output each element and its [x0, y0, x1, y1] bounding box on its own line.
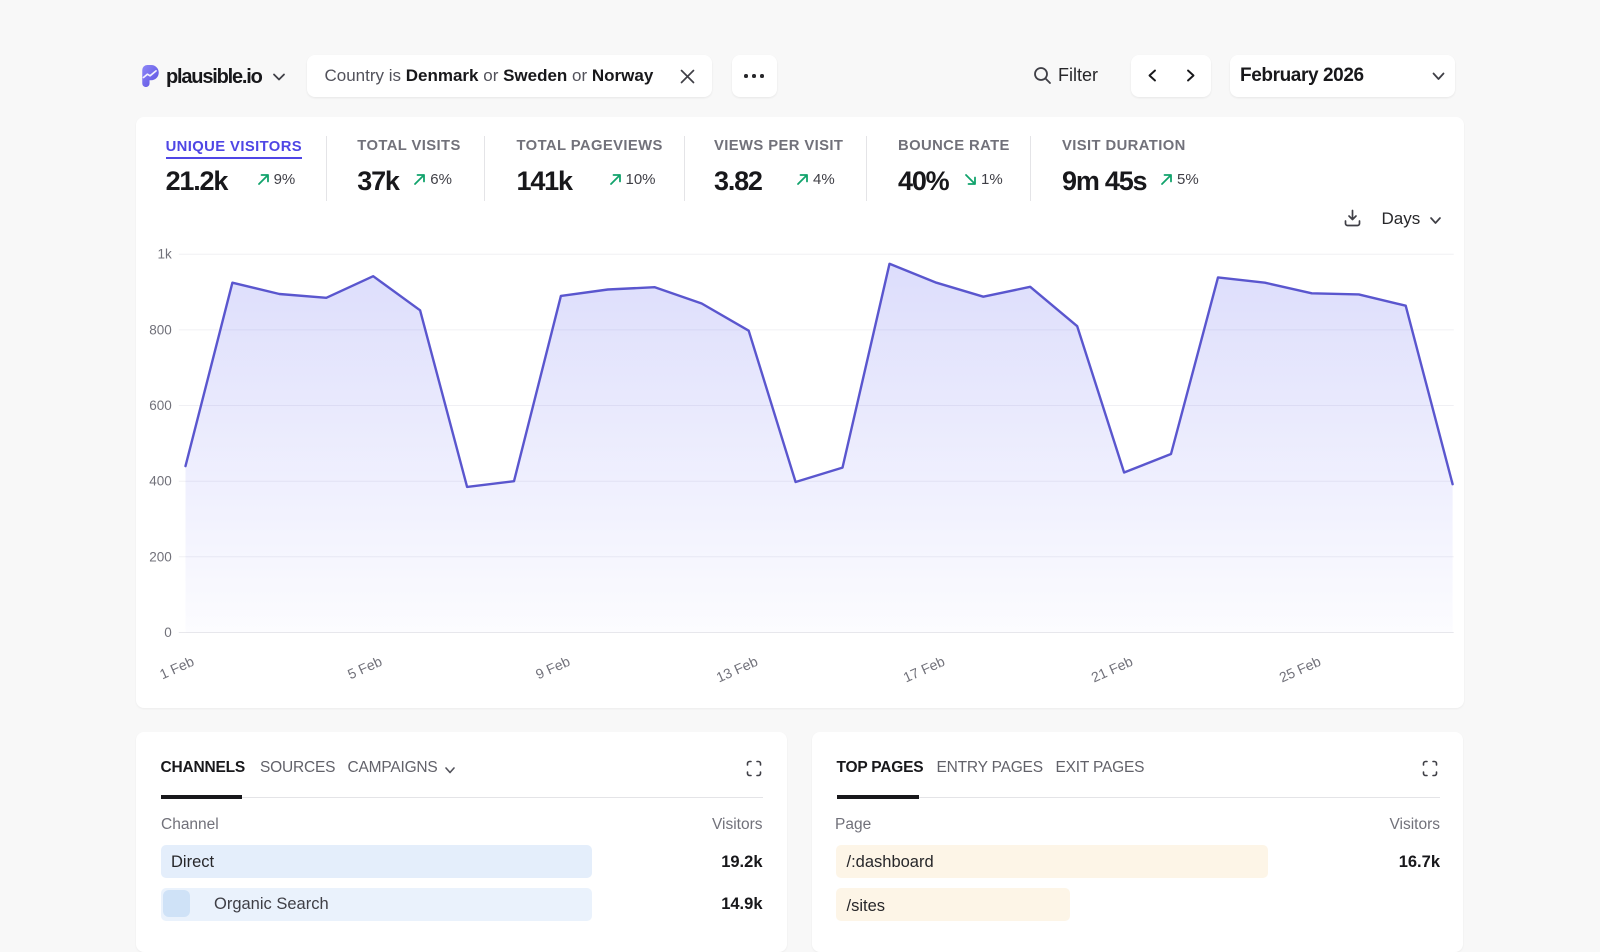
svg-text:800: 800 [149, 322, 172, 337]
svg-text:200: 200 [149, 549, 172, 564]
svg-text:0: 0 [164, 625, 172, 640]
svg-text:400: 400 [149, 473, 172, 488]
svg-text:600: 600 [149, 398, 172, 413]
svg-text:1k: 1k [158, 246, 173, 261]
